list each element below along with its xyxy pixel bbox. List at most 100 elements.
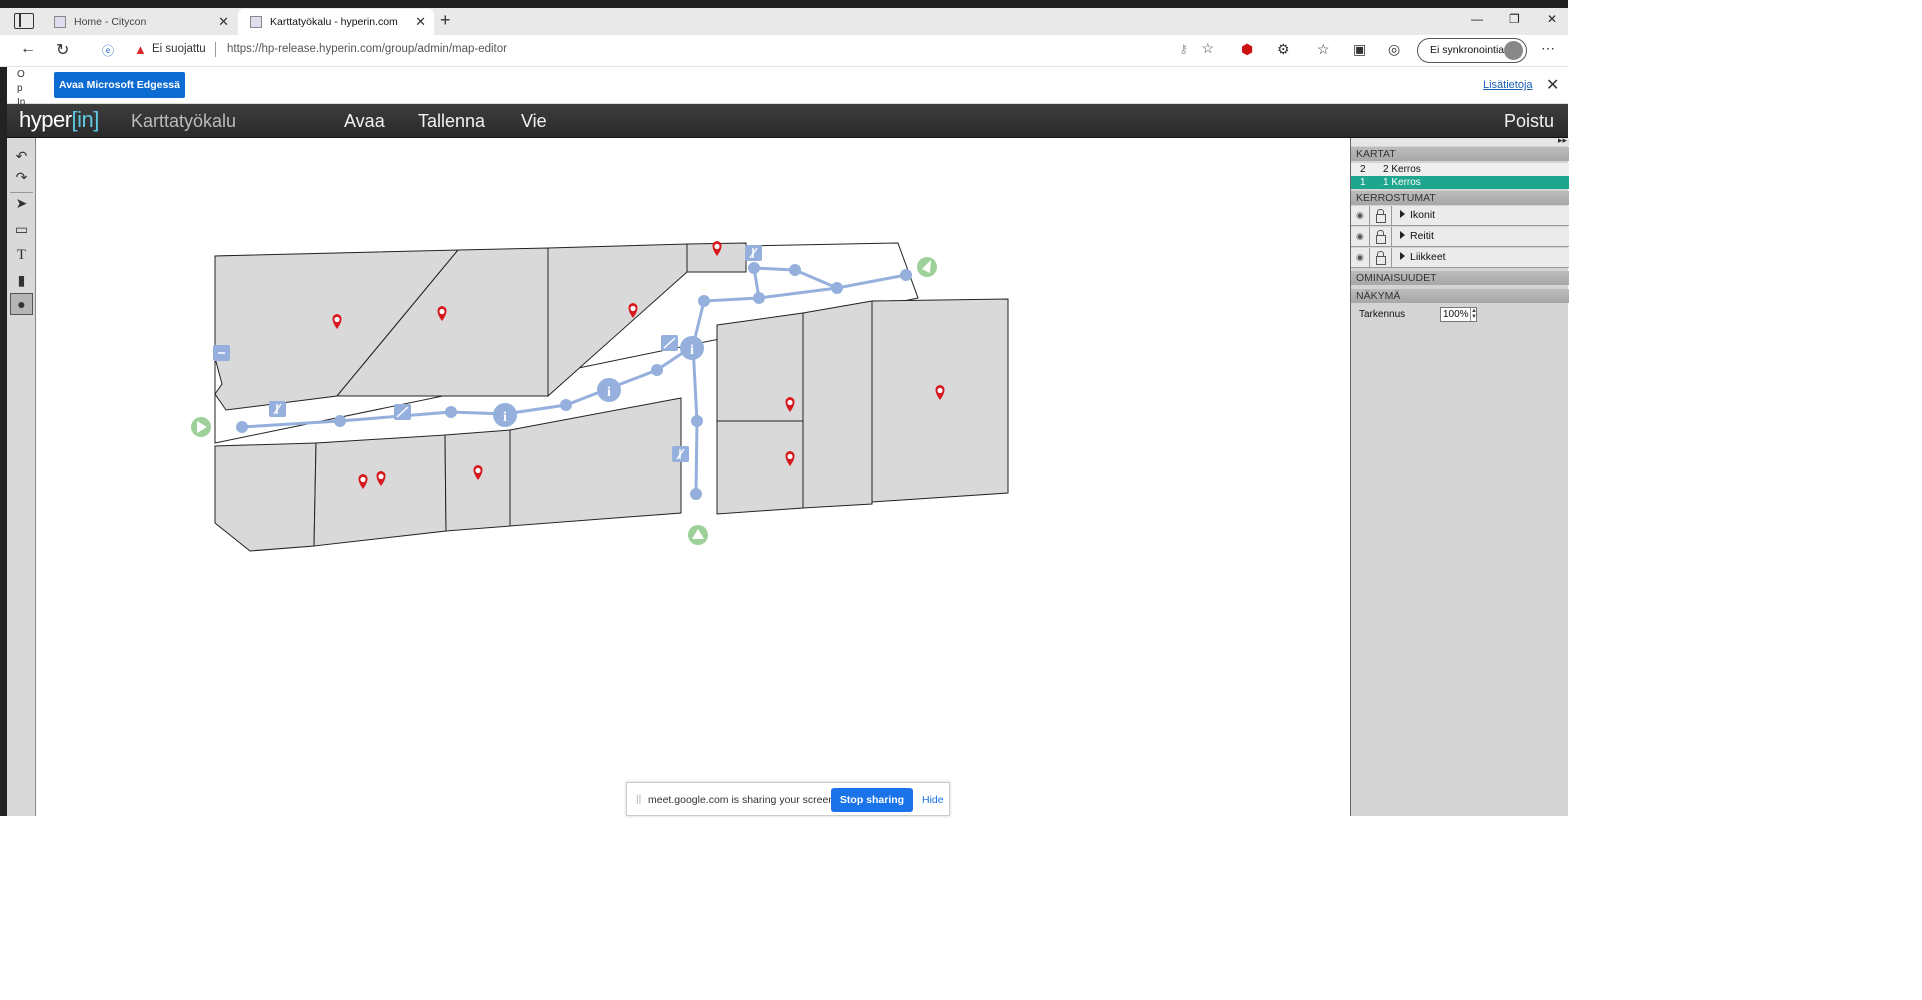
layer-col-divider [1369,227,1370,247]
visibility-eye-icon[interactable]: ◉ [1356,231,1364,242]
map-row-floor-2[interactable]: 2 2 Kerros [1351,163,1569,176]
expand-triangle-icon[interactable] [1400,231,1405,239]
open-in-edge-button[interactable]: Avaa Microsoft Edgessä [54,72,185,98]
tab-citycon[interactable]: Home - Citycon ✕ [42,9,237,35]
layers-section-header: KERROSTUMAT [1351,191,1569,205]
map-canvas[interactable]: i i i [36,138,1350,816]
map-name: 1 Kerros [1383,177,1421,188]
hide-button[interactable]: Hide [922,794,944,806]
app-title: Karttatyökalu [131,111,237,131]
ie-mode-icon[interactable]: ⓔ [102,42,114,59]
key-icon[interactable]: ⚷ [1179,42,1188,56]
collections-icon[interactable]: ▣ [1353,41,1366,58]
more-options-icon[interactable]: ⋯ [1541,40,1555,57]
tab-karttatyokalu[interactable]: Karttatyökalu - hyperin.com ✕ [238,9,434,35]
tab-actions-icon[interactable] [14,13,34,29]
area-tool-icon[interactable]: ▭ [10,218,33,240]
map-name: 2 Kerros [1383,164,1421,175]
refresh-icon[interactable]: ↻ [56,40,69,60]
shop-lower-4[interactable] [509,397,682,527]
zoom-label: Tarkennus [1359,309,1406,320]
visibility-eye-icon[interactable]: ◉ [1356,252,1364,263]
zoom-stepper-icon[interactable]: ▲ ▼ [1470,308,1477,321]
menu-export[interactable]: Vie [521,111,547,132]
lock-icon[interactable] [1375,229,1386,244]
url-text[interactable]: https://hp-release.hyperin.com/group/adm… [227,43,507,55]
profile-label: Ei synkronointia [1430,44,1505,56]
map-number: 2 [1360,164,1366,175]
shop-lower-1[interactable] [214,442,317,552]
layer-row-routes[interactable]: ◉ Reitit [1351,227,1569,247]
adblock-extension-icon[interactable]: ⬢ [1241,41,1253,58]
close-infobar-icon[interactable]: ✕ [1546,75,1559,95]
menu-open[interactable]: Avaa [344,111,385,132]
shop-right-2[interactable] [716,420,804,515]
floor-plan[interactable]: i i i [36,138,1350,816]
expand-triangle-icon[interactable] [1400,210,1405,218]
select-arrow-icon[interactable]: ➤ [10,192,33,214]
svg-text:i: i [690,343,694,358]
more-info-link[interactable]: Lisätietoja [1483,79,1533,91]
layer-row-icons[interactable]: ◉ Ikonit [1351,206,1569,226]
omnibox-divider [215,42,216,57]
expand-triangle-icon[interactable] [1400,252,1405,260]
warning-icon[interactable]: ▲ [134,42,147,57]
layer-name: Reitit [1410,230,1434,242]
add-favorite-icon[interactable]: ☆ [1201,40,1214,57]
view-section-header: NÄKYMÄ [1351,289,1569,303]
close-tab-icon[interactable]: ✕ [415,14,426,30]
undo-icon[interactable]: ↶ [10,145,33,167]
extensions-icon[interactable]: ⚙ [1277,41,1290,58]
lock-icon[interactable] [1375,208,1386,223]
window-top-border [0,0,1568,8]
visibility-eye-icon[interactable]: ◉ [1356,210,1364,221]
shop-right-3[interactable] [802,300,873,509]
browser-essentials-icon[interactable]: ◎ [1388,41,1400,58]
screen-share-bar: || meet.google.com is sharing your scree… [626,782,950,816]
logout-button[interactable]: Poistu [1504,111,1554,132]
properties-section-header: OMINAISUUDET [1351,271,1569,285]
menu-save[interactable]: Tallenna [418,111,485,132]
tab-title: Home - Citycon [74,16,147,28]
profile-button[interactable]: Ei synkronointia [1417,38,1527,63]
close-window-icon[interactable]: ✕ [1547,12,1557,26]
lock-icon[interactable] [1375,250,1386,265]
map-row-floor-1[interactable]: 1 1 Kerros [1351,176,1569,189]
info-marker-tool-icon[interactable]: ▮ [10,269,33,291]
close-tab-icon[interactable]: ✕ [218,14,229,30]
shop-lower-3[interactable] [444,429,511,532]
new-tab-icon[interactable]: + [440,10,451,31]
layer-col-divider [1391,248,1392,268]
share-message: meet.google.com is sharing your screen. [648,794,838,806]
collapse-panel-icon[interactable]: ▸▸ [1558,135,1567,146]
shop-right-4[interactable] [871,298,1009,503]
drag-handle-icon[interactable]: || [636,794,641,805]
right-panel: ▸▸ KARTAT 2 2 Kerros 1 1 Kerros KERROSTU… [1350,135,1569,816]
infobar-truncated-text: O p In [17,69,25,104]
back-icon[interactable]: ← [20,40,36,58]
info-bar: O p In Avaa Microsoft Edgessä Lisätietoj… [0,67,1568,104]
stop-sharing-button[interactable]: Stop sharing [831,788,913,812]
page-favicon-icon [250,16,262,28]
layer-col-divider [1391,206,1392,226]
omnibox[interactable]: ⓔ ▲ Ei suojattu https://hp-release.hyper… [90,38,1228,62]
redo-icon[interactable]: ↷ [10,166,33,188]
panel-top-strip: ▸▸ [1351,135,1569,146]
layer-name: Ikonit [1410,209,1436,221]
layer-row-shops[interactable]: ◉ Liikkeet [1351,248,1569,268]
left-frame [0,67,7,816]
address-bar-row: ← ↻ ⓔ ▲ Ei suojattu https://hp-release.h… [0,35,1568,67]
favorites-icon[interactable]: ☆ [1317,41,1330,58]
maps-section-header: KARTAT [1351,147,1569,161]
pin-tool-icon[interactable]: ● [10,293,33,315]
logo-main: hyper [19,107,72,132]
logo-bracket: [in] [71,107,100,132]
text-tool-icon[interactable]: T [10,244,33,266]
page-favicon-icon [54,16,66,28]
tool-palette: ↶ ↷ ➤ ▭ T ▮ ● [7,138,36,816]
minimize-icon[interactable]: — [1471,12,1483,26]
shop-lower-2[interactable] [313,434,447,547]
security-label[interactable]: Ei suojattu [152,43,206,55]
restore-icon[interactable]: ❐ [1509,12,1520,26]
layer-col-divider [1369,206,1370,226]
